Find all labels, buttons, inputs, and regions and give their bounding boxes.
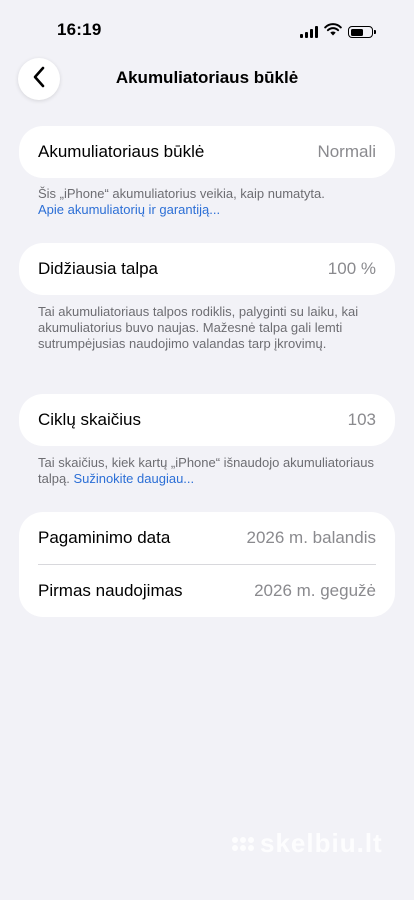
watermark-logo-icon	[232, 836, 254, 851]
wifi-icon	[324, 23, 342, 41]
watermark: skelbiu.lt	[232, 828, 383, 859]
cycle-count-label: Ciklų skaičius	[38, 410, 141, 429]
maximum-capacity-footnote: Tai akumuliatoriaus talpos rodiklis, pal…	[38, 304, 359, 351]
cycle-count-value: 103	[347, 410, 376, 429]
battery-health-row: Akumuliatoriaus būklė Normali	[19, 126, 395, 178]
battery-dates-card: Pagaminimo data 2026 m. balandis Pirmas …	[19, 512, 395, 617]
cycle-count-card: Ciklų skaičius 103	[19, 394, 395, 446]
learn-more-link[interactable]: Sužinokite daugiau...	[73, 471, 194, 486]
maximum-capacity-row: Didžiausia talpa 100 %	[19, 243, 395, 295]
status-icons	[300, 23, 376, 41]
battery-health-footnote-text: Šis „iPhone“ akumuliatorius veikia, kaip…	[38, 186, 325, 201]
status-bar: 16:19	[0, 0, 414, 56]
warranty-link[interactable]: Apie akumuliatorių ir garantiją...	[38, 202, 220, 217]
page-title: Akumuliatoriaus būklė	[115, 68, 299, 87]
manufacture-date-row: Pagaminimo data 2026 m. balandis	[19, 512, 395, 564]
maximum-capacity-value: 100 %	[327, 259, 376, 278]
first-use-label: Pirmas naudojimas	[38, 581, 183, 600]
battery-health-value: Normali	[317, 142, 376, 161]
maximum-capacity-label: Didžiausia talpa	[38, 259, 159, 278]
maximum-capacity-card: Didžiausia talpa 100 %	[19, 243, 395, 295]
battery-health-footnote: Šis „iPhone“ akumuliatorius veikia, kaip…	[38, 186, 378, 218]
manufacture-date-label: Pagaminimo data	[38, 528, 171, 547]
signal-icon	[300, 26, 318, 38]
cycle-count-footnote: Tai skaičius, kiek kartų „iPhone“ išnaud…	[38, 455, 378, 487]
cycle-count-row: Ciklų skaičius 103	[19, 394, 395, 446]
battery-health-screen: 16:19 Akumuliatoriaus būklė Akumuliatori…	[0, 0, 414, 900]
battery-icon	[348, 26, 376, 38]
battery-health-card: Akumuliatoriaus būklė Normali	[19, 126, 395, 178]
nav-bar: Akumuliatoriaus būklė	[0, 56, 414, 102]
watermark-text: skelbiu.lt	[260, 828, 383, 858]
status-time: 16:19	[57, 20, 102, 39]
first-use-value: 2026 m. gegužė	[254, 581, 376, 600]
battery-health-label: Akumuliatoriaus būklė	[38, 142, 205, 161]
manufacture-date-value: 2026 m. balandis	[246, 528, 376, 547]
first-use-row: Pirmas naudojimas 2026 m. gegužė	[19, 565, 395, 617]
